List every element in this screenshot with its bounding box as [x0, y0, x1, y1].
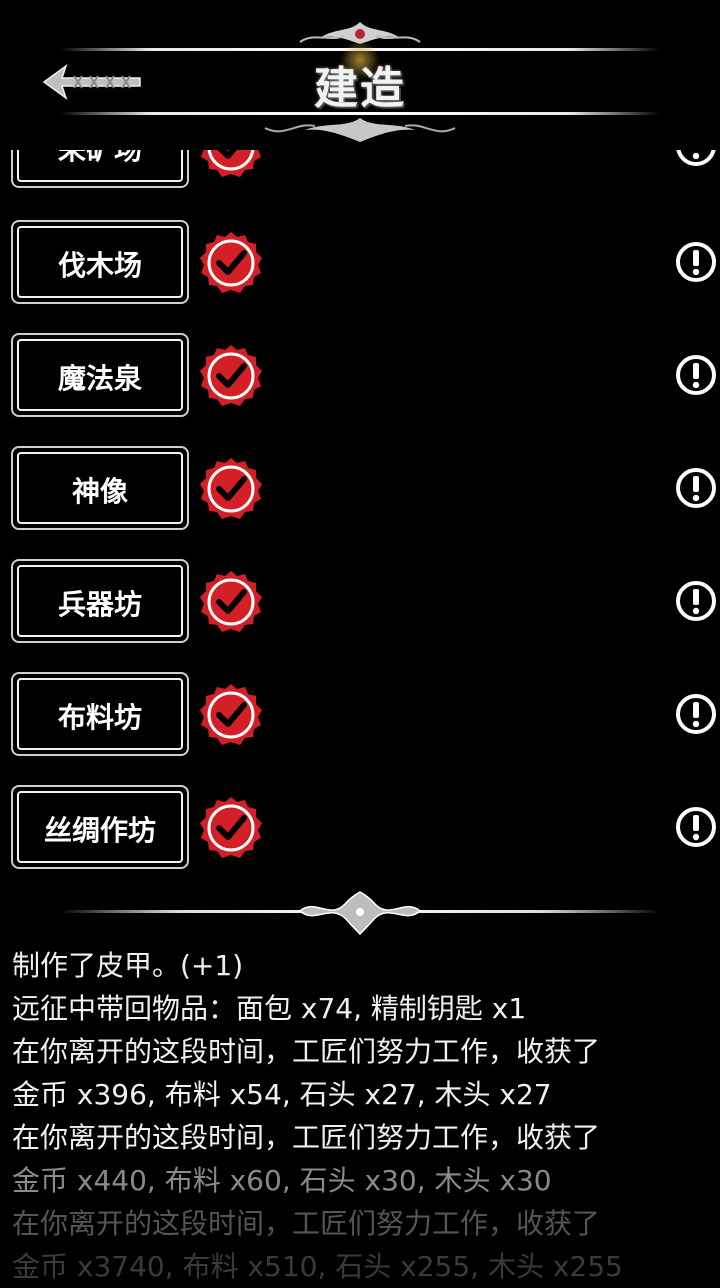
building-button[interactable]: 伐木场: [11, 220, 189, 304]
check-seal-icon: [198, 230, 264, 296]
info-icon[interactable]: [674, 579, 718, 623]
log-line: 制作了皮甲。(+1): [12, 949, 244, 982]
page-title: 建造: [314, 63, 406, 114]
back-arrow-icon: [42, 64, 141, 100]
check-seal-icon: [198, 795, 264, 861]
building-button[interactable]: 神像: [11, 446, 189, 530]
log-line: 远征中带回物品：面包 x74, 精制钥匙 x1: [12, 992, 527, 1025]
check-seal-icon: [198, 569, 264, 635]
log-line: 在你离开的这段时间，工匠们努力工作，收获了: [12, 1207, 601, 1240]
building-list[interactable]: 采矿场 伐木场 魔法泉 神像 兵器坊 布料坊: [0, 108, 720, 878]
event-log: 制作了皮甲。(+1) 远征中带回物品：面包 x74, 精制钥匙 x1 在你离开的…: [12, 944, 712, 1288]
log-line: 金币 x440, 布料 x60, 石头 x30, 木头 x30: [12, 1164, 552, 1197]
building-label: 神像: [71, 475, 128, 508]
info-icon[interactable]: [674, 805, 718, 849]
check-seal-icon: [198, 682, 264, 748]
building-button[interactable]: 丝绸作坊: [11, 785, 189, 869]
building-label: 丝绸作坊: [43, 814, 156, 847]
back-button[interactable]: [40, 60, 150, 104]
info-icon[interactable]: [674, 353, 718, 397]
building-label: 布料坊: [57, 701, 142, 734]
bottom-ornament: [264, 118, 456, 142]
divider-ornament: [60, 891, 660, 936]
building-row: 神像: [0, 446, 720, 530]
info-icon[interactable]: [674, 692, 718, 736]
info-icon[interactable]: [674, 466, 718, 510]
building-row: 丝绸作坊: [0, 785, 720, 869]
log-line: 在你离开的这段时间，工匠们努力工作，收获了: [12, 1121, 601, 1154]
info-icon[interactable]: [674, 240, 718, 284]
building-button[interactable]: 兵器坊: [11, 559, 189, 643]
log-line: 在你离开的这段时间，工匠们努力工作，收获了: [12, 1035, 601, 1068]
check-seal-icon: [198, 456, 264, 522]
building-label: 兵器坊: [57, 588, 142, 621]
building-label: 魔法泉: [57, 362, 142, 395]
building-row: 伐木场: [0, 220, 720, 304]
building-row: 魔法泉: [0, 333, 720, 417]
building-button[interactable]: 魔法泉: [11, 333, 189, 417]
building-row: 布料坊: [0, 672, 720, 756]
log-line: 金币 x396, 布料 x54, 石头 x27, 木头 x27: [12, 1078, 552, 1111]
check-seal-icon: [198, 343, 264, 409]
log-line: 金币 x3740, 布料 x510, 石头 x255, 木头 x255: [12, 1250, 623, 1283]
building-button[interactable]: 布料坊: [11, 672, 189, 756]
header-bar: 建造: [0, 0, 720, 150]
building-row: 兵器坊: [0, 559, 720, 643]
building-label: 伐木场: [57, 249, 142, 282]
